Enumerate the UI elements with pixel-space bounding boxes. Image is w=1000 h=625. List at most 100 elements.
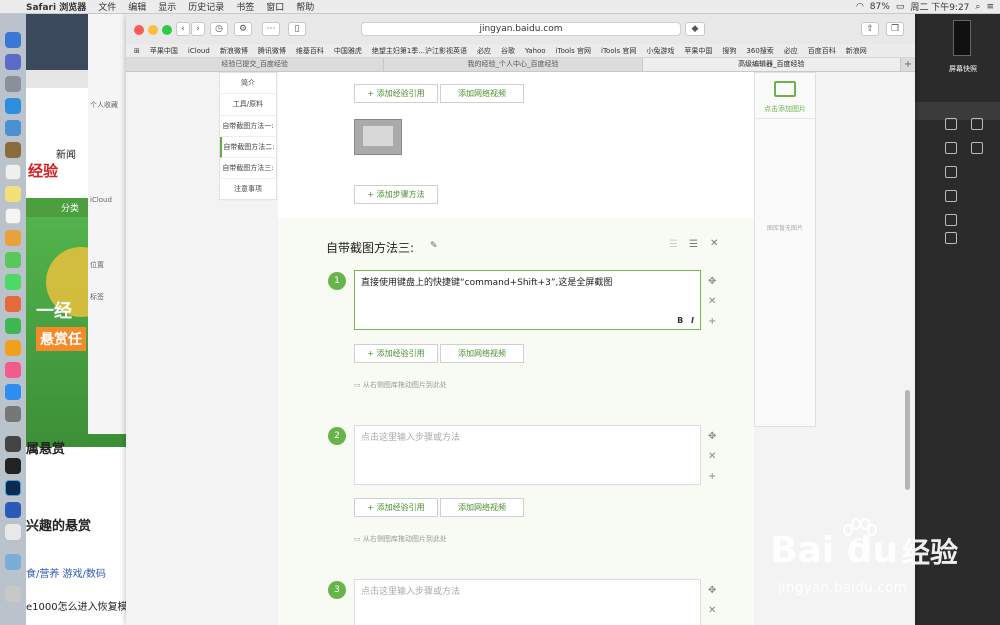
sidebar-icon[interactable]: ▯ <box>288 22 306 36</box>
reading-mode-icon[interactable]: ◆ <box>685 22 705 36</box>
menu-list-icon[interactable]: ≡ <box>986 2 994 12</box>
ordered-list-icon[interactable]: ☰ <box>669 239 678 250</box>
move-icon[interactable]: ✥ <box>708 585 716 596</box>
add-video-button[interactable]: 添加网络视频 <box>440 344 524 363</box>
back-icon[interactable]: ‹ <box>176 22 190 36</box>
tab-my-experience[interactable]: 我的经验_个人中心_百度经验 <box>384 58 643 71</box>
terminal-icon[interactable] <box>5 458 21 474</box>
favorite-link[interactable]: 新浪微博 <box>215 46 253 56</box>
calendar-icon[interactable] <box>5 164 21 180</box>
delete-step-icon[interactable]: ✕ <box>708 296 716 307</box>
delete-section-icon[interactable]: ✕ <box>710 238 718 249</box>
zoom-window-button[interactable] <box>162 25 172 35</box>
tab-advanced-editor[interactable]: 高级编辑器_百度经验 <box>642 58 901 71</box>
ps-tool-icon[interactable] <box>971 142 983 154</box>
appstore-icon[interactable] <box>5 384 21 400</box>
top-sites-icon[interactable]: ⋯ <box>262 22 280 36</box>
screenshot-thumbnail[interactable] <box>953 20 971 56</box>
clock[interactable]: 周二 下午9:27 <box>910 0 969 13</box>
favorite-link[interactable]: 必应 <box>472 46 496 56</box>
ps-tool-icon[interactable] <box>945 190 957 202</box>
music-icon[interactable] <box>5 362 21 378</box>
app-icon[interactable] <box>5 524 21 540</box>
favorite-link[interactable]: 维基百科 <box>291 46 329 56</box>
bold-button[interactable]: B <box>677 316 683 325</box>
menu-view[interactable]: 显示 <box>152 0 182 13</box>
numbers-icon[interactable] <box>5 318 21 334</box>
menu-bookmarks[interactable]: 书签 <box>230 0 260 13</box>
ps-tool-icon[interactable] <box>945 118 957 130</box>
bg-nav-news[interactable]: 新闻 <box>56 146 76 161</box>
favorite-link[interactable]: 绝望主妇第1季...沪江影视英语 <box>367 46 472 56</box>
forward-icon[interactable]: › <box>191 22 205 36</box>
add-reference-button[interactable]: + 添加经验引用 <box>354 498 438 517</box>
favorite-link[interactable]: 小兔游戏 <box>641 46 679 56</box>
word-icon[interactable] <box>5 502 21 518</box>
bg-links[interactable]: 食/营养 游戏/数码 <box>26 565 106 580</box>
add-step-icon[interactable]: + <box>708 316 716 327</box>
siri-icon[interactable] <box>5 54 21 70</box>
wifi-icon[interactable]: ◠ <box>856 2 864 12</box>
add-step-icon[interactable]: + <box>708 471 716 482</box>
menu-edit[interactable]: 编辑 <box>122 0 152 13</box>
reminders-icon[interactable] <box>5 208 21 224</box>
move-icon[interactable]: ✥ <box>708 276 716 287</box>
favorite-link[interactable]: iCloud <box>183 47 215 55</box>
photos-icon[interactable] <box>5 230 21 246</box>
notes-icon[interactable] <box>5 186 21 202</box>
outline-item-notes[interactable]: 注意事项 <box>220 179 276 201</box>
facetime-icon[interactable] <box>5 274 21 290</box>
favorite-link[interactable]: Yahoo <box>520 47 551 55</box>
outline-item-method2[interactable]: 自带截图方法二: <box>220 136 276 159</box>
menu-help[interactable]: 帮助 <box>290 0 320 13</box>
address-bar[interactable]: jingyan.baidu.com <box>361 22 681 36</box>
delete-step-icon[interactable]: ✕ <box>708 451 716 462</box>
outline-item-tools[interactable]: 工具/原料 <box>220 94 276 116</box>
launchpad-icon[interactable] <box>5 76 21 92</box>
messages-icon[interactable] <box>5 252 21 268</box>
move-icon[interactable]: ✥ <box>708 431 716 442</box>
bg-category-label[interactable]: 分类 <box>61 201 79 214</box>
step-text-field[interactable]: 点击这里输入步骤或方法 <box>354 579 701 625</box>
favorite-link[interactable]: 搜狗 <box>717 46 741 56</box>
ps-tool-icon[interactable] <box>971 118 983 130</box>
favorite-link[interactable]: 新浪网 <box>841 46 872 56</box>
favorite-link[interactable]: 中国雅虎 <box>329 46 367 56</box>
outline-item-method3[interactable]: 自带截图方法三: <box>220 158 276 180</box>
favorite-link[interactable]: 必应 <box>779 46 803 56</box>
battery-icon[interactable]: ▭ <box>896 2 905 12</box>
delete-step-icon[interactable]: ✕ <box>708 605 716 616</box>
finder-icon[interactable] <box>5 32 21 48</box>
page-scrollbar[interactable] <box>905 390 910 490</box>
add-reference-button[interactable]: + 添加经验引用 <box>354 84 438 103</box>
ps-tool-icon[interactable] <box>945 214 957 226</box>
menu-window[interactable]: 窗口 <box>260 0 290 13</box>
mail-icon[interactable] <box>5 120 21 136</box>
contacts-icon[interactable] <box>5 142 21 158</box>
pages-icon[interactable] <box>5 296 21 312</box>
share-icon[interactable]: ⇧ <box>861 22 879 36</box>
history-icon[interactable]: ◷ <box>210 22 228 36</box>
add-video-button[interactable]: 添加网络视频 <box>440 498 524 517</box>
add-image-button[interactable]: 点击添加图片 <box>755 73 815 119</box>
menu-history[interactable]: 历史记录 <box>182 0 230 13</box>
outline-item-intro[interactable]: 简介 <box>220 73 276 95</box>
step-image-thumbnail[interactable] <box>354 119 402 155</box>
ps-tool-icon[interactable] <box>945 142 957 154</box>
favorite-link[interactable]: iTools 官网 <box>551 46 596 56</box>
add-video-button[interactable]: 添加网络视频 <box>440 84 524 103</box>
favorite-link[interactable]: 360搜索 <box>741 46 778 56</box>
add-reference-button[interactable]: + 添加经验引用 <box>354 344 438 363</box>
favorite-link[interactable]: 百度百科 <box>803 46 841 56</box>
section-title[interactable]: 自带截图方法三: <box>326 239 414 256</box>
ps-tool-icon[interactable] <box>945 232 957 244</box>
system-preferences-icon[interactable] <box>5 406 21 422</box>
settings-icon[interactable]: ⚙ <box>234 22 252 36</box>
preview-icon[interactable] <box>5 436 21 452</box>
menu-app[interactable]: Safari 浏览器 <box>20 0 92 13</box>
search-icon[interactable]: ⌕ <box>975 2 980 12</box>
favorite-link[interactable]: 苹果中国 <box>679 46 717 56</box>
safari-icon[interactable] <box>5 98 21 114</box>
favorite-link[interactable]: 谷歌 <box>496 46 520 56</box>
close-window-button[interactable] <box>134 25 144 35</box>
